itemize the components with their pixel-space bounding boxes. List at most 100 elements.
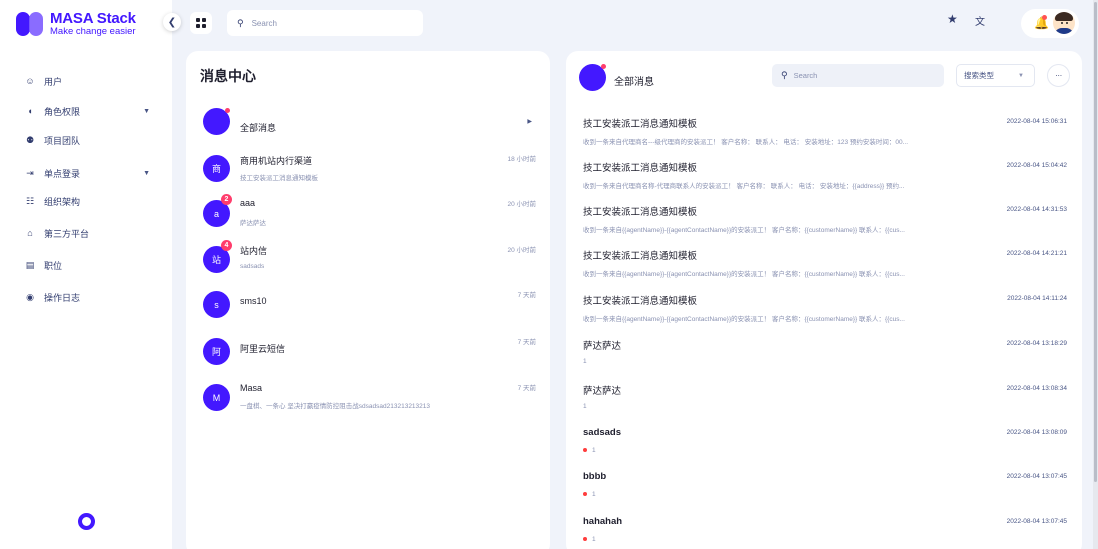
panel-title: 消息中心 (200, 68, 256, 84)
conversation-preview: sadsads (240, 263, 265, 270)
global-search-input[interactable]: ⚲ Search (227, 10, 423, 36)
conversation-preview: 技工安装派工消息通知模板 (240, 175, 318, 182)
conversation-item[interactable]: 商商用机站内行渠道 技工安装派工消息通知模板 18 小时前 (203, 153, 543, 189)
sidebar-item[interactable]: ☷ 组织架构 (0, 185, 172, 217)
message-content-text: 1 (592, 491, 596, 498)
search-placeholder: Search (793, 71, 818, 80)
message-title: sadsads (583, 427, 622, 438)
channel-avatar (579, 64, 606, 91)
message-content: 收到一条来自{{agentName}}-{{agentContactName}}… (583, 224, 993, 234)
message-date: 2022-08-04 15:06:31 (1006, 118, 1067, 125)
conversation-name: 阿里云短信 (240, 344, 286, 354)
sidebar-item[interactable]: ◉ 操作日志 (0, 281, 172, 313)
home-icon: ⌂ (27, 228, 33, 238)
conversation-item[interactable]: 全部消息 ▶ (203, 108, 543, 144)
chevron-right-icon: ▶ (527, 119, 532, 125)
message-item[interactable]: 技工安装派工消息通知模板 2022-08-04 14:11:24 收到一条来自{{a… (583, 293, 1067, 329)
more-button[interactable]: ··· (1047, 64, 1070, 87)
message-content-text: 收到一条来自{{agentName}}-{{agentContactName}}… (583, 227, 905, 234)
conversation-item[interactable]: s sms10 7 天前 (203, 289, 543, 325)
type-filter-select[interactable]: 搜索类型 ▼ (956, 64, 1035, 87)
brand-subtitle: Make change easier (50, 26, 136, 37)
message-title: 技工安装派工消息通知模板 (583, 119, 698, 130)
message-title: bbbb (583, 471, 607, 482)
filter-placeholder: 搜索类型 (964, 71, 994, 80)
all-messages-panel: 全部消息 ⚲ Search 搜索类型 ▼ ··· 技工安装派工消息通知模板 202… (566, 51, 1082, 549)
sidebar-item-label: 组织架构 (44, 196, 81, 207)
message-item[interactable]: 萨达萨达 2022-08-04 13:08:34 1 (583, 383, 1067, 419)
star-icon[interactable]: ★ (947, 12, 958, 26)
conversation-name: 全部消息 (240, 123, 277, 133)
sidebar-item-label: 单点登录 (44, 168, 81, 179)
translate-icon[interactable]: 文 (975, 13, 985, 28)
sidebar-item[interactable]: ▤ 职位 (0, 249, 172, 281)
app-grid-button[interactable] (190, 12, 212, 34)
sidebar-item-label: 项目团队 (44, 135, 81, 146)
conversation-time: 7 天前 (517, 292, 536, 299)
message-title: 萨达萨达 (583, 341, 622, 352)
message-content: 1 (583, 491, 993, 498)
sidebar-item[interactable]: ⌂ 第三方平台 (0, 217, 172, 249)
message-item[interactable]: 技工安装派工消息通知模板 2022-08-04 15:06:31 收到一条来自代理商… (583, 116, 1067, 152)
avatar: M (203, 384, 230, 411)
conversation-name: sms10 (240, 296, 267, 306)
conversation-name: 站内信 (240, 246, 268, 256)
message-title: 技工安装派工消息通知模板 (583, 163, 698, 174)
sidebar-item[interactable]: ⚉ 项目团队 (0, 124, 172, 156)
log-icon: ◉ (26, 291, 34, 302)
message-title: 萨达萨达 (583, 386, 622, 397)
conversation-time: 20 小时前 (507, 201, 536, 208)
conversation-item[interactable]: 站 4 站内信 sadsads 20 小时前 (203, 240, 543, 280)
message-title: 技工安装派工消息通知模板 (583, 251, 698, 262)
search-icon: ⚲ (781, 70, 788, 80)
conversation-item[interactable]: M Masa 一盘棋、一条心 坚决打赢疫情防控阻击战sdsadsad21321321… (203, 382, 543, 418)
message-content: 1 (583, 403, 993, 410)
avatar: 商 (203, 155, 230, 182)
avatar[interactable] (1053, 12, 1075, 34)
conversation-time: 20 小时前 (507, 247, 536, 254)
position-icon: ▤ (25, 259, 35, 270)
collapse-sidebar-button[interactable]: ❮ (163, 13, 181, 31)
grid-icon (196, 18, 206, 28)
unread-dot (583, 492, 587, 497)
shield-icon: ◖ (27, 106, 33, 116)
sidebar-item[interactable]: ◖ 角色权限 ▼ (0, 95, 172, 127)
brand-title: MASA Stack (50, 10, 136, 27)
team-icon: ⚉ (25, 134, 35, 145)
conversation-name: aaa (240, 198, 256, 208)
message-item[interactable]: 技工安装派工消息通知模板 2022-08-04 15:04:42 收到一条来自代理商… (583, 160, 1067, 196)
message-content-text: 收到一条来自{{agentName}}-{{agentContactName}}… (583, 316, 905, 323)
message-date: 2022-08-04 14:31:53 (1006, 206, 1067, 213)
user-menu[interactable]: 🔔 (1021, 9, 1079, 38)
conversation-item[interactable]: 阿阿里云短信 7 天前 (203, 336, 543, 372)
message-content-text: 1 (583, 358, 587, 365)
message-item[interactable]: bbbb 2022-08-04 13:07:45 1 (583, 471, 1067, 507)
logo-icon (16, 11, 44, 36)
message-content-text: 收到一条来自代理商名---级代理商的安装派工！ 客户名称： 联系人： 电话： 安… (583, 139, 909, 146)
sidebar-item-label: 用户 (44, 76, 63, 87)
conversation-item[interactable]: a 2 aaa 萨达萨达 20 小时前 (203, 194, 543, 234)
chevron-down-icon: ▼ (143, 107, 150, 115)
search-placeholder: Search (251, 18, 277, 28)
message-item[interactable]: 技工安装派工消息通知模板 2022-08-04 14:21:21 收到一条来自{{a… (583, 248, 1067, 284)
sidebar: MASA Stack Make change easier ☺ 用户 ◖ 角色权限 ▼ ⚉… (0, 0, 172, 549)
avatar: 阿 (203, 338, 230, 365)
conversation-preview: 一盘棋、一条心 坚决打赢疫情防控阻击战sdsadsad213213213213 (240, 403, 431, 410)
message-content-text: 1 (583, 403, 587, 410)
message-center-panel: 消息中心 全部消息 ▶ 商商用机站内行渠道 技工安装派工消息通知模板 18 小时前 a 2 a… (186, 51, 550, 549)
message-item[interactable]: 技工安装派工消息通知模板 2022-08-04 14:31:53 收到一条来自{{a… (583, 204, 1067, 240)
message-search-input[interactable]: ⚲ Search (772, 64, 944, 87)
chevron-left-icon: ❮ (167, 16, 177, 28)
message-content-text: 1 (592, 447, 596, 454)
message-item[interactable]: 萨达萨达 2022-08-04 13:18:29 1 (583, 338, 1067, 374)
message-item[interactable]: sadsads 2022-08-04 13:08:09 1 (583, 427, 1067, 463)
message-item[interactable]: hahahah 2022-08-04 13:07:45 1 (583, 516, 1067, 549)
message-date: 2022-08-04 13:07:45 (1006, 518, 1067, 525)
sidebar-item[interactable]: ☺ 用户 (0, 65, 172, 97)
message-content: 收到一条来自代理商名称-代理商联系人的安装派工！ 客户名称： 联系人： 电话： … (583, 180, 993, 190)
message-date: 2022-08-04 14:21:21 (1006, 250, 1067, 257)
message-date: 2022-08-04 13:08:09 (1006, 429, 1067, 436)
brand-logo[interactable]: MASA Stack Make change easier (16, 11, 136, 37)
page-scrollbar[interactable] (1093, 0, 1098, 549)
unread-badge: 2 (221, 194, 232, 205)
